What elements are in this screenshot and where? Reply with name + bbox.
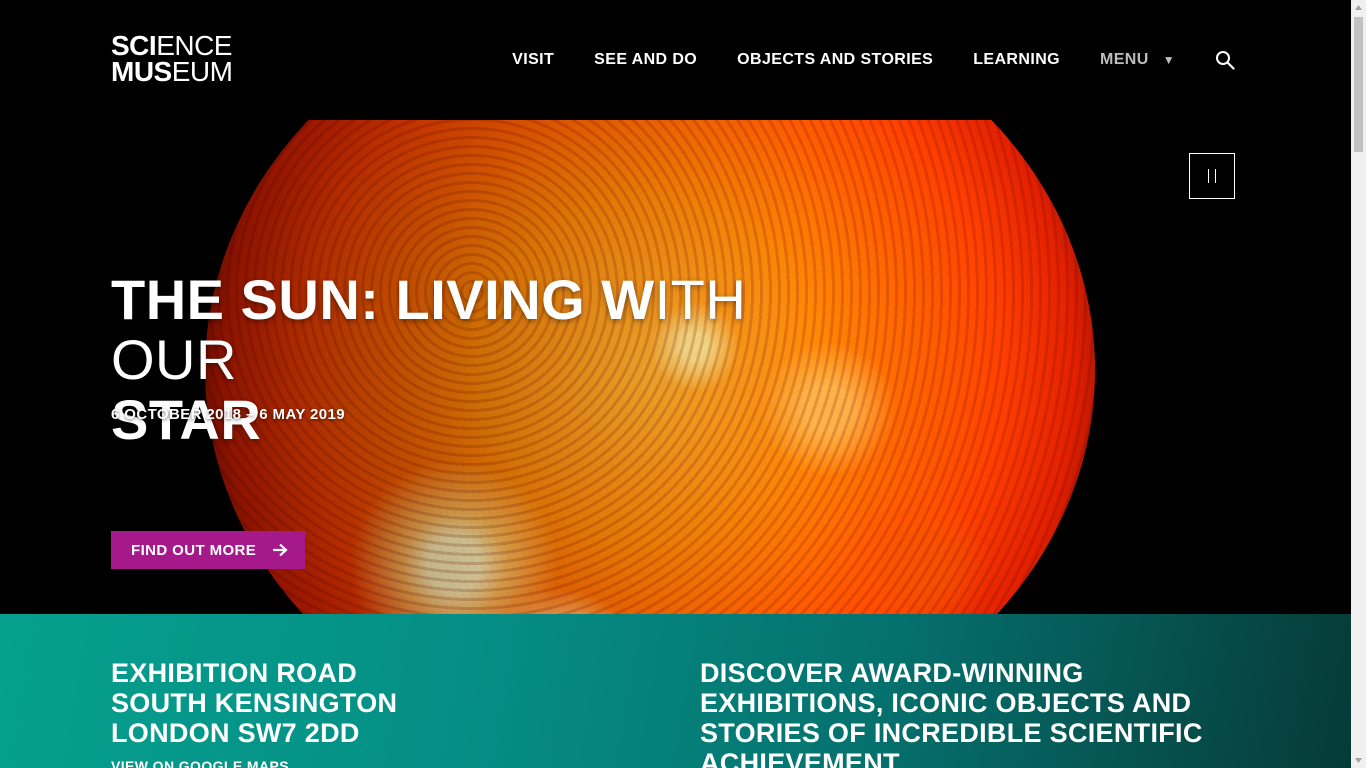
address-line: SOUTH KENSINGTON (111, 688, 398, 718)
pause-slideshow-button[interactable] (1189, 153, 1235, 199)
arrow-right-icon (272, 543, 288, 557)
pause-icon (1208, 169, 1209, 183)
main-nav: VISIT SEE AND DO OBJECTS AND STORIES LEA… (472, 0, 1237, 120)
scrollbar-thumb[interactable] (1354, 17, 1363, 152)
nav-item-see-and-do[interactable]: SEE AND DO (594, 51, 697, 69)
caret-down-icon: ▼ (1162, 53, 1175, 67)
nav-item-learning[interactable]: LEARNING (973, 51, 1060, 69)
hero-title-part-1: THE SUN: (111, 268, 380, 331)
pause-icon-bar (1215, 169, 1216, 183)
site-header: SCIENCE MUSEUM VISIT SEE AND DO OBJECTS … (0, 0, 1351, 120)
google-maps-link[interactable]: VIEW ON GOOGLE MAPS (111, 758, 289, 768)
exhibition-dates: 6 OCTOBER 2018 – 6 MAY 2019 (111, 406, 345, 423)
find-out-more-label: FIND OUT MORE (131, 541, 257, 559)
menu-button[interactable]: MENU ▼ (1100, 51, 1175, 69)
nav-item-visit[interactable]: VISIT (512, 51, 554, 69)
logo-text-eum: EUM (171, 56, 233, 87)
hero-title: THE SUN: LIVING WITH OUR STAR (111, 270, 871, 450)
page-scrollbar[interactable] (1351, 0, 1366, 768)
hero-title-part-2: LIVING W (379, 268, 655, 331)
page: SCIENCE MUSEUM VISIT SEE AND DO OBJECTS … (0, 0, 1351, 768)
address-line: EXHIBITION ROAD (111, 658, 358, 688)
scroll-up-arrow-icon[interactable] (1351, 0, 1366, 15)
info-band: EXHIBITION ROAD SOUTH KENSINGTON LONDON … (0, 614, 1351, 768)
find-out-more-button[interactable]: FIND OUT MORE (111, 531, 305, 569)
address-line: LONDON SW7 2DD (111, 718, 360, 748)
logo-line-2: MUSEUM (111, 56, 233, 87)
hero-banner: THE SUN: LIVING WITH OUR STAR 6 OCTOBER 2… (0, 120, 1351, 614)
nav-item-objects-and-stories[interactable]: OBJECTS AND STORIES (737, 51, 933, 69)
logo-text-mus: MUS (111, 56, 172, 87)
museum-tagline: DISCOVER AWARD-WINNING EXHIBITIONS, ICON… (700, 658, 1203, 768)
search-icon[interactable] (1213, 48, 1237, 72)
science-museum-logo[interactable]: SCIENCE MUSEUM (111, 32, 233, 87)
scroll-down-arrow-icon[interactable] (1351, 753, 1366, 768)
menu-label: MENU (1100, 51, 1149, 68)
museum-address: EXHIBITION ROAD SOUTH KENSINGTON LONDON … (111, 658, 397, 748)
